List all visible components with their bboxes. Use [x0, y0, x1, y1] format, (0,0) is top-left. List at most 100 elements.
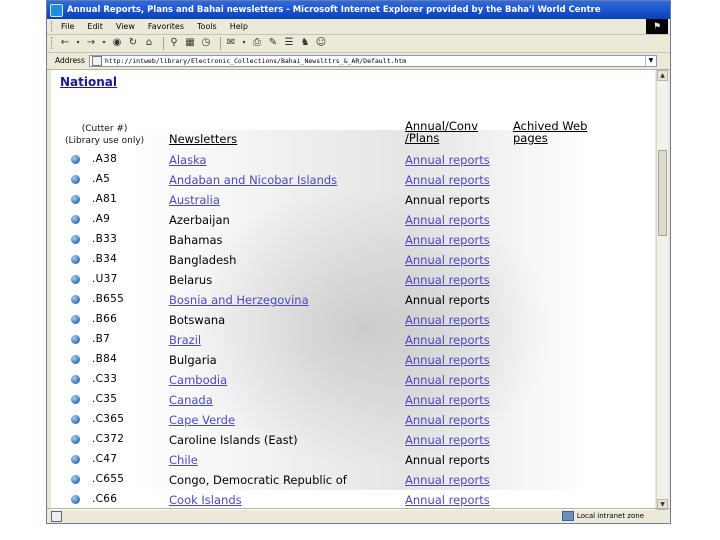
vertical-scrollbar[interactable]: ▲ ▼	[656, 70, 668, 510]
user-icon[interactable]: ☺	[315, 37, 327, 49]
newsletter-link[interactable]: Cape Verde	[169, 413, 235, 427]
cutter-code: .B33	[92, 233, 118, 245]
messenger-icon[interactable]: ♞	[299, 37, 311, 49]
list-item: .C47 Chile Annual reports	[51, 450, 651, 470]
back-dropdown-icon[interactable]: ▾	[75, 37, 81, 49]
newsletter-link[interactable]: Bosnia and Herzegovina	[169, 293, 309, 307]
bullet-icon	[71, 195, 80, 204]
bullet-icon	[71, 235, 80, 244]
cutter-code: .C35	[92, 393, 118, 405]
list-item: .B655 Bosnia and Herzegovina Annual report…	[51, 290, 651, 310]
bullet-icon	[71, 175, 80, 184]
home-icon[interactable]: ⌂	[143, 37, 155, 49]
menu-bar: File Edit View Favorites Tools Help	[47, 19, 670, 35]
cutter-code: .C365	[92, 413, 125, 425]
mail-icon[interactable]: ✉	[225, 37, 237, 49]
column-header-newsletters: Newsletters	[169, 132, 238, 146]
search-icon[interactable]: ⚲	[168, 37, 180, 49]
annual-report-link[interactable]: Annual reports	[405, 373, 490, 387]
list-item: .B33 Bahamas Annual reports	[51, 230, 651, 250]
title-bar[interactable]: Annual Reports, Plans and Bahai newslett…	[47, 1, 670, 19]
annual-header-line2: /Plans	[405, 131, 440, 145]
toolbar-grip	[51, 37, 55, 49]
newsletter-link[interactable]: Cook Islands	[169, 493, 242, 507]
menu-file[interactable]: File	[61, 22, 74, 31]
list-item: .C33 Cambodia Annual reports	[51, 370, 651, 390]
history-icon[interactable]: ◷	[200, 37, 212, 49]
annual-report-link[interactable]: Annual reports	[405, 273, 490, 287]
country-name: Azerbaijan	[169, 213, 230, 227]
zone-label: Local intranet zone	[576, 512, 644, 520]
cutter-code: .B66	[92, 313, 118, 325]
address-dropdown-icon[interactable]: ▼	[644, 55, 656, 66]
bullet-icon	[71, 315, 80, 324]
newsletter-link[interactable]: Andaban and Nicobar Islands	[169, 173, 337, 187]
newsletter-link[interactable]: Cambodia	[169, 373, 227, 387]
menu-view[interactable]: View	[116, 22, 135, 31]
browser-window: Annual Reports, Plans and Bahai newslett…	[46, 0, 671, 524]
list-item: .B84 Bulgaria Annual reports	[51, 350, 651, 370]
address-input[interactable]: http://intweb/library/Electronic_Collect…	[88, 54, 657, 67]
menu-edit[interactable]: Edit	[87, 22, 103, 31]
newsletter-link[interactable]: Australia	[169, 193, 220, 207]
country-name: Botswana	[169, 313, 226, 327]
menu-tools[interactable]: Tools	[197, 22, 217, 31]
cutter-code: .C372	[92, 433, 125, 445]
scroll-up-icon[interactable]: ▲	[657, 70, 668, 81]
discuss-icon[interactable]: ☰	[283, 37, 295, 49]
annual-report-link[interactable]: Annual reports	[405, 253, 490, 267]
menu-help[interactable]: Help	[230, 22, 248, 31]
annual-report-link[interactable]: Annual reports	[405, 433, 490, 447]
forward-icon[interactable]: →	[85, 37, 97, 49]
annual-report-link[interactable]: Annual reports	[405, 353, 490, 367]
refresh-icon[interactable]: ↻	[127, 37, 139, 49]
forward-dropdown-icon[interactable]: ▾	[101, 37, 107, 49]
edit-page-icon[interactable]: ✎	[267, 37, 279, 49]
annual-report-link[interactable]: Annual reports	[405, 413, 490, 427]
page-content: National (Cutter #) (Library use only) N…	[51, 70, 655, 510]
cutter-code: .A5	[92, 173, 111, 185]
newsletter-link[interactable]: Alaska	[169, 153, 207, 167]
annual-report-link[interactable]: Annual reports	[405, 313, 490, 327]
bullet-icon	[71, 395, 80, 404]
country-name: Caroline Islands (East)	[169, 433, 298, 447]
cutter-code: .C47	[92, 453, 118, 465]
annual-report-link[interactable]: Annual reports	[405, 153, 490, 167]
cutter-code: .C33	[92, 373, 118, 385]
cutter-code: .A81	[92, 193, 118, 205]
page-heading[interactable]: National	[60, 75, 117, 89]
favorites-icon[interactable]: ▦	[184, 37, 196, 49]
bullet-icon	[71, 375, 80, 384]
page-icon	[91, 55, 102, 66]
bullet-icon	[71, 435, 80, 444]
back-icon[interactable]: ←	[59, 37, 71, 49]
menu-grip	[51, 21, 55, 32]
cutter-code: .C655	[92, 473, 125, 485]
list-item: .U37 Belarus Annual reports	[51, 270, 651, 290]
annual-report-link[interactable]: Annual reports	[405, 493, 490, 507]
annual-report-link[interactable]: Annual reports	[405, 333, 490, 347]
cutter-code: .C66	[92, 493, 118, 505]
intranet-zone-icon	[561, 511, 574, 521]
toolbar-separator	[220, 36, 221, 50]
annual-report-link[interactable]: Annual reports	[405, 173, 490, 187]
status-bar: Local intranet zone	[47, 508, 670, 523]
stop-icon[interactable]: ◉	[111, 37, 123, 49]
list-item: .A5 Andaban and Nicobar Islands Annual rep…	[51, 170, 651, 190]
annual-report-link[interactable]: Annual reports	[405, 393, 490, 407]
menu-favorites[interactable]: Favorites	[148, 22, 184, 31]
scroll-thumb[interactable]	[658, 150, 667, 236]
annual-report-link[interactable]: Annual reports	[405, 473, 490, 487]
bullet-icon	[71, 495, 80, 504]
newsletter-link[interactable]: Brazil	[169, 333, 201, 347]
newsletter-link[interactable]: Canada	[169, 393, 213, 407]
bullet-icon	[71, 335, 80, 344]
address-bar: Address http://intweb/library/Electronic…	[47, 52, 670, 70]
list-item: .C365 Cape Verde Annual reports	[51, 410, 651, 430]
print-icon[interactable]: ⎙	[251, 37, 263, 49]
windows-logo-icon: ⚑	[646, 19, 668, 34]
annual-report-link[interactable]: Annual reports	[405, 213, 490, 227]
annual-report-link[interactable]: Annual reports	[405, 233, 490, 247]
mail-dropdown-icon[interactable]: ▾	[241, 37, 247, 49]
newsletter-link[interactable]: Chile	[169, 453, 198, 467]
